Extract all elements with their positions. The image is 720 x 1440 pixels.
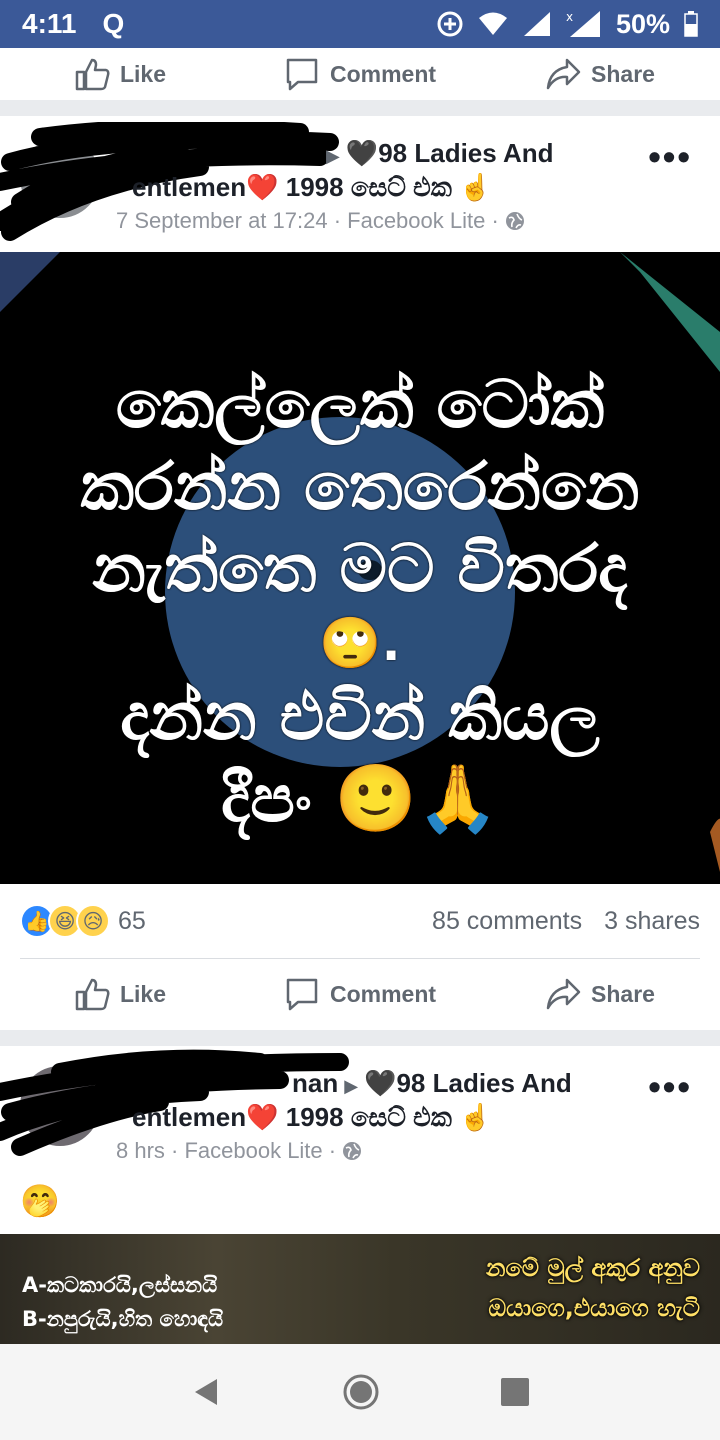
post2-header: nan ▶ 🖤98 Ladies And entlemen❤️ 1998 සෙට් … [0,1046,720,1234]
post1-reactions-bar[interactable]: 👍 😆 😥 65 85 comments 3 shares [0,884,720,958]
divider [20,958,700,959]
battery-icon [684,11,698,37]
globe-icon [505,208,525,233]
share-icon [545,58,581,90]
image-text-line: දන්න එවින් කියල [120,678,600,755]
title-line2-text: entlemen [132,172,247,202]
group-name: 98 Ladies And [396,1068,572,1098]
like-button[interactable]: Like [0,977,240,1011]
image-text-line: කරන්න තෙරෙන්නෙ [80,448,640,525]
wifi-icon [478,11,508,37]
post2-body-emoji: 🤭 [20,1183,60,1219]
black-heart-icon: 🖤 [345,138,379,168]
like-button[interactable]: Like [0,57,240,91]
share-label: Share [591,980,655,1007]
notification-q-icon: Q [102,8,125,39]
post2-title[interactable]: nan ▶ 🖤98 Ladies And [292,1066,592,1103]
data-saver-icon [436,10,464,38]
group-name: 98 Ladies And [378,138,554,168]
prev-post-actions: Like Comment Share [0,48,720,100]
post-meta-text: 8 hrs · Facebook Lite · [116,1138,337,1163]
image-text-line: දීපං 🙂🙏 [220,760,500,837]
post2-title-line2: entlemen❤️ 1998 සෙට් එක ☝️ [132,1100,662,1134]
comment-icon [284,57,320,91]
image-text-line: නැත්තෙ මට විතරද [92,530,628,607]
status-time: 4:11 [22,8,77,39]
point-up-icon: ☝️ [459,172,492,202]
post2-meta: 8 hrs · Facebook Lite · [116,1138,362,1164]
post2-image-left-text: A-කටකාරයි,ලස්සනයි B-නපුරුයි,හිත හොඳයි [22,1268,223,1336]
share-icon [545,978,581,1010]
battery-percent: 50% [615,8,670,39]
post1-image[interactable]: කෙල්ලෙක් ටෝක් කරන්න තෙරෙන්නෙ නැත්තෙ මට ව… [0,252,720,884]
more-icon[interactable]: ••• [648,136,692,178]
like-label: Like [119,60,167,87]
share-button[interactable]: Share [480,978,720,1010]
signal-icon [522,10,552,38]
news-feed[interactable]: Like Comment Share ▶ 🖤98 Ladies And entle… [0,48,720,1344]
image-text-line: නමේ මුල් අකුර අනුව [485,1254,700,1282]
like-label: Like [119,980,167,1007]
signal-icon-2: x [566,9,602,39]
post1-title-line2: entlemen❤️ 1998 සෙට් එක ☝️ [132,170,662,204]
black-heart-icon: 🖤 [364,1068,397,1098]
image-text-line: B-නපුරුයි,හිත හොඳයි [22,1307,224,1331]
point-up-icon: ☝️ [459,1102,492,1132]
post1-image-text: කෙල්ලෙක් ටෝක් කරන්න තෙරෙන්නෙ නැත්තෙ මට ව… [0,364,720,840]
sad-reaction-icon: 😥 [76,904,110,938]
share-button[interactable]: Share [480,58,720,90]
status-bar: 4:11 Q x 50% [0,0,720,48]
post-meta-text: 7 September at 17:24 · Facebook Lite · [116,208,499,233]
status-right: x 50% [436,9,698,40]
post2-image[interactable]: A-කටකාරයි,ලස්සනයි B-නපුරුයි,හිත හොඳයි නම… [0,1234,720,1344]
post1-title[interactable]: ▶ 🖤98 Ladies And [320,136,580,173]
author-name-fragment: nan [292,1068,339,1098]
comment-icon [284,977,320,1011]
post1-header: ▶ 🖤98 Ladies And entlemen❤️ 1998 සෙට් එක … [0,116,720,252]
system-nav-bar [0,1344,720,1440]
like-icon [74,57,110,91]
back-icon[interactable] [189,1375,223,1409]
comment-label: Comment [329,60,437,87]
comment-button[interactable]: Comment [240,57,480,91]
recents-icon[interactable] [499,1376,531,1408]
title-line2-text: entlemen [132,1102,247,1132]
like-icon [74,977,110,1011]
image-text-line: ඔයාගෙ,එයාගෙ හැටි [488,1294,700,1322]
arrow-right-icon: ▶ [344,1076,359,1096]
globe-icon [342,1138,362,1163]
more-icon[interactable]: ••• [648,1066,692,1108]
post-stats: 85 comments 3 shares [432,907,700,936]
reaction-count[interactable]: 65 [118,907,146,936]
home-icon[interactable] [342,1373,380,1411]
post1-meta: 7 September at 17:24 · Facebook Lite · [116,208,525,234]
heart-icon: ❤️ [246,1102,279,1132]
image-text-line: 🙄. [319,614,401,672]
post1-actions: Like Comment Share [0,958,720,1030]
title-suffix: 1998 සෙට් එක [285,1102,452,1132]
arrow-right-icon: ▶ [326,146,340,166]
comment-label: Comment [329,980,437,1007]
image-text-line: කෙල්ලෙක් ටෝක් [115,366,605,443]
reaction-emojis[interactable]: 👍 😆 😥 [20,904,110,938]
title-suffix: 1998 සෙට් එක [285,172,452,202]
heart-icon: ❤️ [246,172,279,202]
svg-text:x: x [566,10,573,24]
post2-image-right-text: නමේ මුල් අකුර අනුව ඔයාගෙ,එයාගෙ හැටි [486,1248,700,1328]
shares-count[interactable]: 3 shares [604,907,700,936]
image-text-line: A-කටකාරයි,ලස්සනයි [22,1273,218,1297]
share-label: Share [591,60,655,87]
comments-count[interactable]: 85 comments [432,907,582,936]
comment-button[interactable]: Comment [240,977,480,1011]
